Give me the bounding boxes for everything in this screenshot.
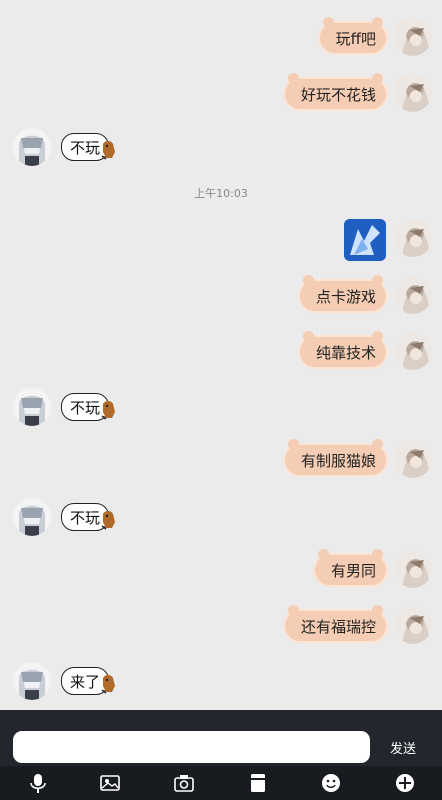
message-row: 点卡游戏 (0, 274, 442, 318)
message-row: 纯靠技术 (0, 330, 442, 374)
my-avatar[interactable] (394, 219, 432, 257)
microphone-icon[interactable] (27, 772, 49, 794)
input-toolbar (0, 766, 442, 800)
bear-ear-decoration (287, 605, 299, 616)
message-bubble-sent[interactable]: 玩ff吧 (319, 17, 386, 53)
my-avatar[interactable] (394, 276, 432, 314)
message-row: 好玩不花钱 (0, 72, 442, 116)
message-row: 有男同 (0, 548, 442, 592)
message-bubble-sent[interactable]: 有男同 (314, 549, 386, 585)
contact-avatar[interactable] (13, 662, 51, 700)
emoji-icon[interactable] (320, 772, 342, 794)
message-text: 好玩不花钱 (300, 85, 376, 104)
my-avatar[interactable] (394, 18, 432, 56)
message-row: 不玩 (0, 496, 442, 540)
dog-sticker-decoration (101, 141, 115, 160)
bear-ear-decoration (287, 439, 299, 450)
message-text: 不玩 (70, 508, 101, 527)
bear-ear-decoration (302, 275, 314, 286)
dog-sticker-decoration (101, 675, 115, 694)
message-row (0, 217, 442, 261)
contact-avatar[interactable] (13, 498, 51, 536)
message-text: 纯靠技术 (315, 343, 376, 362)
bear-ear-decoration (372, 331, 383, 342)
bear-ear-decoration (317, 549, 329, 560)
image-icon[interactable] (99, 772, 121, 794)
message-text: 来了 (70, 672, 101, 691)
plus-icon[interactable] (394, 772, 416, 794)
message-row: 玩ff吧 (0, 16, 442, 60)
message-row: 有制服猫娘 (0, 438, 442, 482)
message-text: 不玩 (70, 138, 101, 157)
bear-ear-decoration (372, 549, 383, 560)
my-avatar[interactable] (394, 74, 432, 112)
my-avatar[interactable] (394, 606, 432, 644)
bear-ear-decoration (302, 331, 314, 342)
message-text: 玩ff吧 (335, 29, 376, 48)
contact-avatar[interactable] (13, 128, 51, 166)
timestamp: 上午10:03 (194, 187, 248, 200)
dog-sticker-decoration (101, 511, 115, 530)
message-row: 不玩 (0, 386, 442, 430)
bear-ear-decoration (287, 73, 299, 84)
message-input[interactable] (13, 731, 370, 763)
message-text: 还有福瑞控 (300, 617, 376, 636)
message-row: 还有福瑞控 (0, 604, 442, 648)
message-row: 来了 (0, 660, 442, 704)
my-avatar[interactable] (394, 440, 432, 478)
message-bubble-sent[interactable]: 有制服猫娘 (284, 439, 386, 475)
my-avatar[interactable] (394, 332, 432, 370)
contact-avatar[interactable] (13, 388, 51, 426)
chat-history[interactable]: 玩ff吧 好玩不花钱 不玩 上午10:03 点卡游戏 纯靠技术 不玩 有制服猫娘… (0, 0, 442, 710)
message-text: 点卡游戏 (315, 287, 376, 306)
bear-ear-decoration (372, 275, 383, 286)
camera-icon[interactable] (173, 772, 195, 794)
bear-ear-decoration (322, 17, 334, 28)
send-button[interactable]: 发送 (380, 738, 426, 758)
message-text: 有男同 (330, 561, 376, 580)
bear-ear-decoration (372, 17, 383, 28)
bear-ear-decoration (372, 439, 383, 450)
message-row: 不玩 (0, 126, 442, 170)
message-bubble-sent[interactable]: 纯靠技术 (299, 331, 386, 367)
message-bubble-sent[interactable]: 好玩不花钱 (284, 73, 386, 109)
message-text: 不玩 (70, 398, 101, 417)
bear-ear-decoration (372, 605, 383, 616)
dog-sticker-decoration (101, 401, 115, 420)
bear-ear-decoration (372, 73, 383, 84)
message-bubble-sent[interactable]: 还有福瑞控 (284, 605, 386, 641)
message-bubble-sent[interactable]: 点卡游戏 (299, 275, 386, 311)
document-icon[interactable] (247, 772, 269, 794)
my-avatar[interactable] (394, 550, 432, 588)
composer-bar: 发送 (0, 710, 442, 766)
message-text: 有制服猫娘 (300, 451, 376, 470)
image-message[interactable] (344, 219, 386, 261)
